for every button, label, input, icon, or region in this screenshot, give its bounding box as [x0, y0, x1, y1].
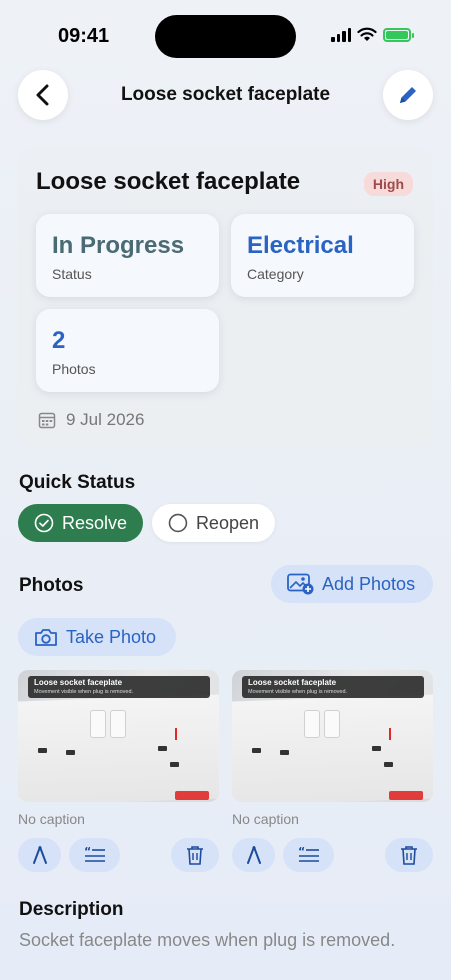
reopen-button[interactable]: Reopen [152, 504, 275, 542]
delete-photo-button[interactable] [171, 838, 219, 872]
take-photo-label: Take Photo [66, 626, 157, 647]
status-time: 09:41 [58, 25, 110, 47]
calendar-icon [38, 412, 56, 429]
quick-status-heading: Quick Status [19, 472, 136, 493]
trash-icon [187, 846, 203, 865]
status-icons [331, 27, 414, 42]
add-photos-button[interactable]: Add Photos [271, 565, 433, 603]
cellular-signal-icon [331, 27, 351, 42]
description-text: Socket faceplate moves when plug is remo… [19, 930, 396, 950]
edit-caption-button[interactable]: “ [69, 838, 120, 872]
battery-charging-icon [383, 27, 414, 42]
photos-heading: Photos [19, 575, 84, 596]
photo-overlay-title: Loose socket faceplate [34, 678, 123, 687]
reopen-label: Reopen [195, 512, 259, 533]
priority-badge: High [363, 172, 413, 196]
description-heading: Description [19, 899, 124, 920]
empty-circle-icon [168, 513, 188, 533]
date-text: 9 Jul 2026 [66, 410, 145, 429]
status-bar: 09:41 [0, 0, 451, 70]
photos-count-label: Photos [52, 361, 96, 377]
photo-caption: No caption [232, 811, 299, 827]
photo-thumbnail[interactable]: Loose socket faceplate Movement visible … [232, 670, 433, 802]
photo-overlay: Loose socket faceplate Movement visible … [28, 676, 210, 698]
quote-text-icon: “ [298, 846, 319, 862]
photo-overlay: Loose socket faceplate Movement visible … [242, 676, 424, 698]
status-label: Status [52, 266, 92, 282]
edit-caption-button[interactable]: “ [283, 838, 334, 872]
camera-icon [35, 628, 57, 646]
add-photo-icon [287, 573, 314, 595]
category-value: Electrical [247, 232, 354, 259]
wifi-icon [357, 27, 377, 41]
dynamic-island [155, 15, 296, 58]
photos-count-value: 2 [52, 327, 66, 354]
date-row: 9 Jul 2026 [38, 410, 144, 430]
photo-caption: No caption [18, 811, 85, 827]
compass-drawing-icon [32, 846, 47, 864]
issue-title: Loose socket faceplate [36, 168, 301, 195]
category-tile: Electrical Category [231, 214, 414, 297]
edit-button[interactable] [383, 70, 433, 120]
resolve-label: Resolve [61, 512, 127, 533]
photo-overlay-subtitle: Movement visible when plug is removed. [248, 689, 348, 695]
annotate-button[interactable] [232, 838, 275, 872]
photo-thumbnail[interactable]: Loose socket faceplate Movement visible … [18, 670, 219, 802]
pencil-icon [400, 87, 416, 103]
checkmark-circle-icon [34, 513, 54, 533]
compass-drawing-icon [246, 846, 261, 864]
quote-text-icon: “ [84, 846, 105, 862]
status-value: In Progress [52, 232, 185, 259]
annotate-button[interactable] [18, 838, 61, 872]
delete-photo-button[interactable] [385, 838, 433, 872]
resolve-button[interactable]: Resolve [18, 504, 143, 542]
photo-overlay-subtitle: Movement visible when plug is removed. [34, 689, 134, 695]
trash-icon [401, 846, 417, 865]
add-photos-label: Add Photos [322, 573, 416, 594]
status-tile: In Progress Status [36, 214, 219, 297]
take-photo-button[interactable]: Take Photo [18, 618, 176, 656]
photo-overlay-title: Loose socket faceplate [248, 678, 337, 687]
photos-count-tile: 2 Photos [36, 309, 219, 392]
issue-summary-card: Loose socket faceplate High In Progress … [18, 148, 433, 446]
category-label: Category [247, 266, 304, 282]
